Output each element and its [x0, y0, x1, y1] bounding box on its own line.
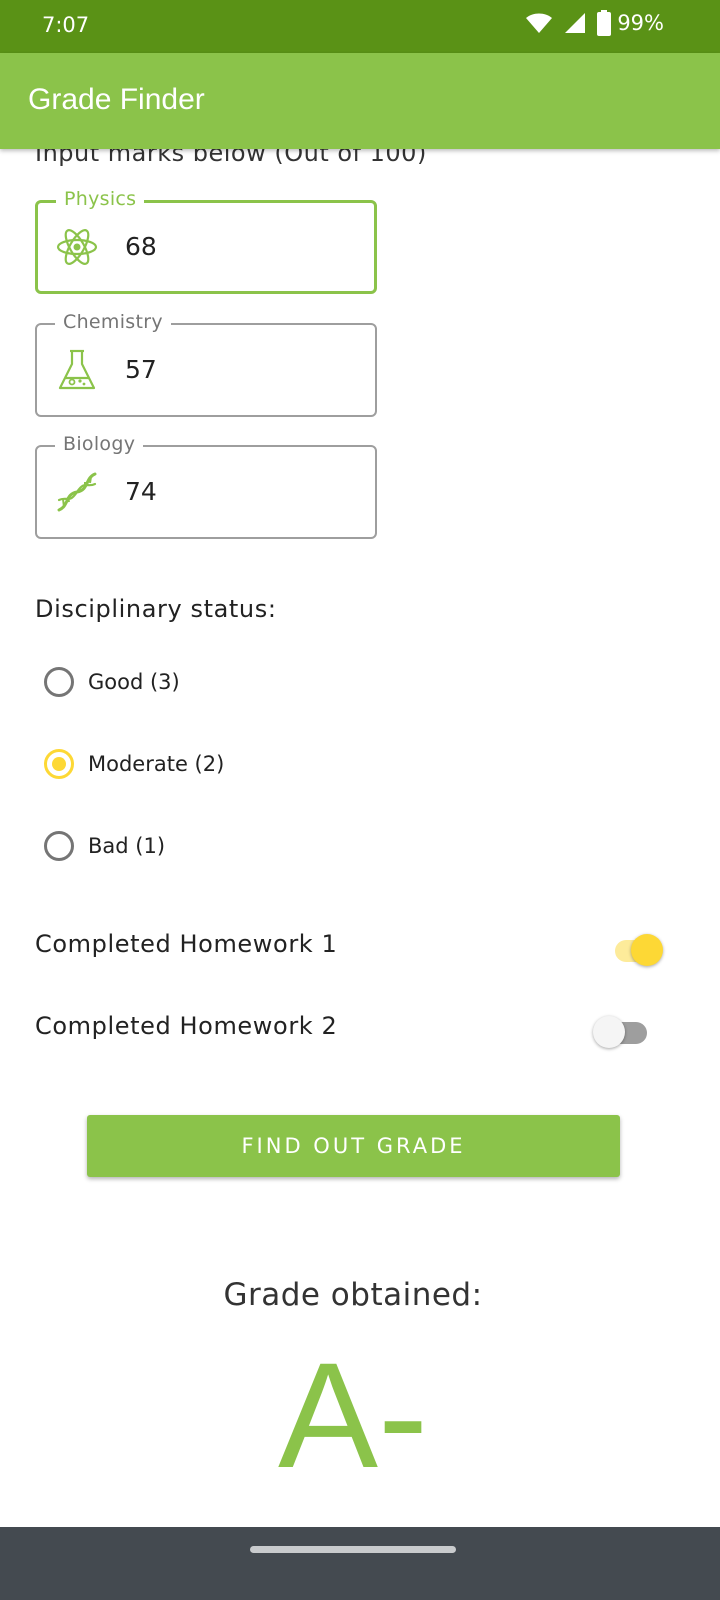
chemistry-input[interactable]: 57: [125, 355, 157, 384]
chemistry-label: Chemistry: [55, 311, 171, 333]
wifi-icon: [526, 13, 553, 33]
radio-good[interactable]: Good (3): [44, 667, 180, 697]
homework-2-row: Completed Homework 2: [35, 1010, 667, 1050]
radio-moderate-label: Moderate (2): [88, 752, 225, 776]
dna-icon: [57, 472, 97, 512]
atom-icon: [56, 229, 98, 265]
disciplinary-label: Disciplinary status:: [35, 595, 277, 623]
homework-2-switch[interactable]: [593, 1014, 653, 1048]
app-title: Grade Finder: [28, 83, 205, 116]
homework-2-label: Completed Homework 2: [35, 1012, 338, 1040]
scroll-content[interactable]: Input marks below (Out of 100) Physics 6…: [0, 149, 720, 1527]
biology-input[interactable]: 74: [125, 477, 157, 506]
homework-1-label: Completed Homework 1: [35, 930, 338, 958]
physics-input[interactable]: 68: [125, 232, 157, 261]
homework-1-row: Completed Homework 1: [35, 928, 667, 968]
radio-good-label: Good (3): [88, 670, 180, 694]
battery-percent: 99%: [617, 11, 664, 35]
radio-bad-circle[interactable]: [44, 831, 74, 861]
grade-label: Grade obtained:: [223, 1277, 483, 1313]
status-icons: 99%: [525, 10, 664, 36]
flask-icon: [58, 349, 96, 390]
status-time: 7:07: [42, 13, 90, 37]
biology-label: Biology: [55, 433, 144, 455]
biology-field[interactable]: Biology 74: [35, 433, 377, 539]
physics-label: Physics: [56, 188, 145, 210]
chemistry-field[interactable]: Chemistry 57: [35, 311, 377, 417]
radio-moderate-circle[interactable]: [44, 749, 74, 779]
homework-1-switch[interactable]: [607, 932, 667, 966]
switch-thumb: [631, 934, 663, 966]
find-grade-button[interactable]: FIND OUT GRADE: [87, 1115, 620, 1177]
app-bar: Grade Finder: [0, 53, 720, 149]
switch-thumb: [593, 1016, 625, 1048]
intro-text: Input marks below (Out of 100): [35, 149, 427, 167]
radio-bad-label: Bad (1): [88, 834, 166, 858]
home-handle[interactable]: [250, 1546, 456, 1553]
signal-icon: [565, 13, 586, 33]
battery-icon: [597, 10, 612, 36]
physics-field[interactable]: Physics 68: [35, 188, 377, 294]
grade-value: A-: [278, 1331, 428, 1499]
radio-moderate[interactable]: Moderate (2): [44, 749, 224, 779]
status-bar: 7:07 99%: [0, 0, 720, 53]
navigation-bar: [0, 1527, 720, 1600]
radio-good-circle[interactable]: [44, 667, 74, 697]
radio-bad[interactable]: Bad (1): [44, 831, 165, 861]
